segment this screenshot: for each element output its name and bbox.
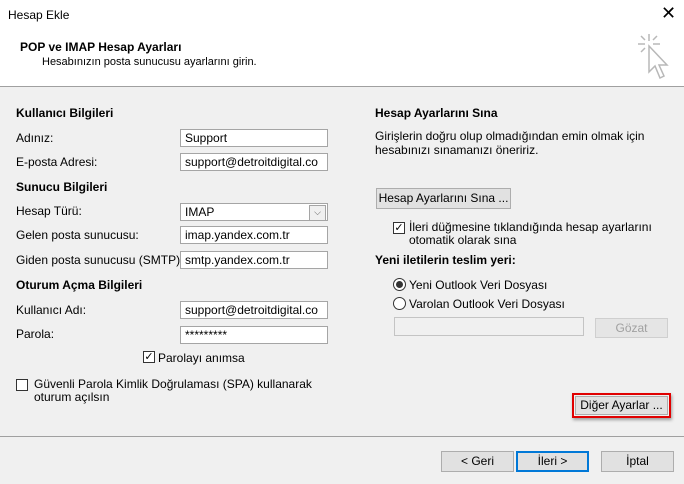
footer-divider	[0, 436, 684, 437]
cancel-button[interactable]: İptal	[601, 451, 674, 472]
title-bar: Hesap Ekle ✕	[0, 0, 684, 30]
auto-test-label: İleri düğmesine tıklandığında hesap ayar…	[409, 220, 652, 247]
outgoing-server-input[interactable]: smtp.yandex.com.tr	[180, 251, 328, 269]
account-type-label: Hesap Türü:	[16, 204, 82, 218]
name-input[interactable]: Support	[180, 129, 328, 147]
test-settings-button[interactable]: Hesap Ayarlarını Sına ...	[376, 188, 511, 209]
new-data-file-label: Yeni Outlook Veri Dosyası	[409, 278, 548, 292]
incoming-server-label: Gelen posta sunucusu:	[16, 228, 139, 242]
next-button[interactable]: İleri >	[516, 451, 589, 472]
existing-data-file-label: Varolan Outlook Veri Dosyası	[409, 297, 565, 311]
test-description: Girişlerin doğru olup olmadığından emin …	[375, 129, 645, 157]
existing-data-file-radio[interactable]	[393, 297, 406, 310]
email-label: E-posta Adresi:	[16, 155, 98, 169]
user-info-heading: Kullanıcı Bilgileri	[16, 106, 114, 120]
more-settings-button[interactable]: Diğer Ayarlar ...	[575, 396, 668, 415]
page-title: POP ve IMAP Hesap Ayarları	[20, 40, 182, 54]
logon-info-heading: Oturum Açma Bilgileri	[16, 278, 143, 292]
remember-password-label: Parolayı anımsa	[158, 351, 245, 365]
window-title: Hesap Ekle	[8, 8, 70, 22]
username-label: Kullanıcı Adı:	[16, 303, 87, 317]
incoming-server-input[interactable]: imap.yandex.com.tr	[180, 226, 328, 244]
auto-test-checkbox[interactable]: ✓	[393, 222, 405, 234]
email-input[interactable]: support@detroitdigital.co	[180, 153, 328, 171]
username-input[interactable]: support@detroitdigital.co	[180, 301, 328, 319]
cursor-click-icon	[638, 34, 669, 80]
browse-button[interactable]: Gözat	[595, 318, 668, 338]
test-settings-heading: Hesap Ayarlarını Sına	[375, 106, 498, 120]
page-subtitle: Hesabınızın posta sunucusu ayarlarını gi…	[42, 56, 257, 68]
outgoing-server-label: Giden posta sunucusu (SMTP):	[16, 253, 184, 267]
remember-password-checkbox[interactable]: ✓	[143, 351, 155, 363]
account-type-value: IMAP	[185, 205, 215, 219]
server-info-heading: Sunucu Bilgileri	[16, 180, 108, 194]
name-label: Adınız:	[16, 131, 54, 145]
password-label: Parola:	[16, 327, 55, 341]
spa-checkbox[interactable]	[16, 379, 28, 391]
account-type-select[interactable]: IMAP ⌵	[180, 203, 328, 221]
new-data-file-radio[interactable]	[393, 278, 406, 291]
chevron-down-icon[interactable]: ⌵	[309, 205, 326, 220]
back-button[interactable]: < Geri	[441, 451, 514, 472]
close-icon[interactable]: ✕	[661, 3, 676, 24]
spa-label: Güvenli Parola Kimlik Doğrulaması (SPA) …	[34, 377, 312, 404]
delivery-heading: Yeni iletilerin teslim yeri:	[375, 253, 516, 267]
password-input[interactable]: *********	[180, 326, 328, 344]
header: POP ve IMAP Hesap Ayarları Hesabınızın p…	[0, 30, 684, 87]
data-file-path-input[interactable]	[394, 317, 584, 336]
